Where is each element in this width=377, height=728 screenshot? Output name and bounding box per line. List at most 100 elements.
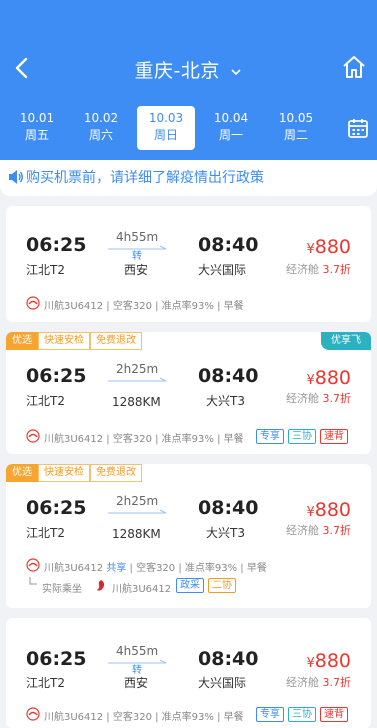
flight-info: 川航3U6412 共享 | 空客320 | 准点率93% | 早餐: [44, 559, 267, 574]
cabin-label: 经济舱: [286, 524, 319, 537]
departure-time: 06:25: [26, 365, 87, 387]
discount: 3.7折: [322, 676, 352, 689]
date-tab-day: 10.04: [213, 111, 249, 125]
pill-exclusive: 专享: [256, 429, 284, 444]
notice-bar[interactable]: 购买机票前，请详细了解疫情出行政策: [0, 160, 377, 196]
arrival-time: 08:40: [198, 365, 259, 387]
currency-symbol: ¥: [306, 242, 315, 257]
flight-duration: 2h25m: [116, 362, 159, 376]
calendar-icon[interactable]: [347, 117, 369, 139]
transfer-city: 西安: [124, 263, 149, 277]
flight-duration: 4h55m: [116, 230, 159, 244]
flight-card[interactable]: 06:25 江北T2 4h55m 转 西安 08:40 大兴国际 ¥880 经济…: [6, 618, 371, 728]
flight-card[interactable]: 优选 快速安检 免费退改 优享飞 06:25 江北T2 2h25m 1288KM…: [6, 332, 371, 454]
flight-info: 川航3U6412 | 空客320 | 准点率93% | 早餐: [44, 434, 244, 445]
arrival-airport: 大兴国际: [198, 263, 247, 277]
flight-distance: 1288KM: [112, 395, 161, 409]
departure-time: 06:25: [26, 234, 87, 256]
pill-second-agreement: 二协: [208, 578, 236, 593]
currency-symbol: ¥: [306, 656, 315, 671]
flight-distance: 1288KM: [112, 527, 161, 541]
date-tab-day: 10.02: [83, 111, 119, 125]
cabin-label: 经济舱: [286, 392, 319, 405]
price-value: 880: [314, 236, 351, 258]
date-tab-1002[interactable]: 10.02 周六: [72, 106, 130, 150]
route-arrow-icon: [108, 509, 167, 514]
price: ¥880: [306, 650, 351, 672]
date-tab-weekday: 周六: [88, 128, 113, 142]
price-value: 880: [314, 650, 351, 672]
discount: 3.7折: [322, 524, 352, 537]
date-tab-day: 10.05: [278, 111, 314, 125]
route-arrow-icon: [108, 377, 167, 382]
arrival-time: 08:40: [198, 497, 259, 519]
currency-symbol: ¥: [306, 505, 315, 520]
sichuan-airlines-logo-icon: [26, 558, 40, 572]
price: ¥880: [306, 499, 351, 521]
date-tab-day: 10.03: [148, 111, 184, 125]
actual-flight-number: 川航3U6412: [112, 584, 172, 595]
arrival-airport: 大兴T3: [206, 394, 245, 408]
notice-text: 购买机票前，请详细了解疫情出行政策: [26, 170, 264, 186]
speaker-icon: [9, 170, 23, 184]
flight-duration: 2h25m: [116, 494, 159, 508]
tag-fast-security: 快速安检: [38, 332, 90, 350]
cabin-class: 经济舱 3.7折: [286, 674, 351, 690]
flight-details: | 空客320 | 准点率93% | 早餐: [129, 563, 267, 574]
price: ¥880: [306, 236, 351, 258]
tag-group: 优选 快速安检 免费退改: [6, 464, 142, 482]
route-label: 重庆-北京: [134, 60, 220, 82]
date-tab-1004[interactable]: 10.04 周一: [202, 106, 260, 150]
sichuan-airlines-logo-icon: [26, 707, 40, 721]
date-tabs: 10.01 周五 10.02 周六 10.03 周日 10.04 周一 10.0…: [8, 106, 334, 150]
departure-airport: 江北T2: [26, 263, 65, 277]
date-tab-1003[interactable]: 10.03 周日: [137, 106, 195, 150]
departure-airport: 江北T2: [26, 526, 65, 540]
date-tab-1001[interactable]: 10.01 周五: [8, 106, 66, 150]
sichuan-airlines-logo-icon: [26, 296, 40, 310]
pill-three-agreement: 三协: [288, 429, 316, 444]
pill-government: 政采: [176, 578, 204, 593]
tag-free-refund: 免费退改: [90, 464, 142, 482]
currency-symbol: ¥: [306, 373, 315, 388]
premium-badge: 优享飞: [321, 332, 371, 350]
air-china-logo-icon: [97, 580, 105, 591]
arrival-time: 08:40: [198, 234, 259, 256]
flight-info: 川航3U6412 | 空客320 | 准点率93% | 早餐: [44, 712, 244, 723]
branch-icon: [29, 577, 37, 585]
date-tab-weekday: 周五: [24, 128, 49, 142]
date-tab-day: 10.01: [19, 111, 55, 125]
cabin-class: 经济舱 3.7折: [286, 522, 351, 538]
cabin-class: 经济舱 3.7折: [286, 261, 351, 277]
tag-group: 优选 快速安检 免费退改: [6, 332, 142, 350]
discount: 3.7折: [322, 263, 352, 276]
departure-time: 06:25: [26, 497, 87, 519]
header-bar: 重庆-北京 10.01 周五 10.02 周六 10.03 周日 10.04 周…: [0, 0, 377, 160]
departure-time: 06:25: [26, 648, 87, 670]
arrival-time: 08:40: [198, 648, 259, 670]
flight-card[interactable]: 优选 快速安检 免费退改 06:25 江北T2 2h25m 1288KM 08:…: [6, 464, 371, 608]
departure-airport: 江北T2: [26, 676, 65, 690]
transfer-city: 西安: [124, 676, 149, 690]
actual-carrier-label: 实际乘坐: [42, 584, 82, 595]
tag-free-refund: 免费退改: [90, 332, 142, 350]
flight-card[interactable]: 06:25 江北T2 4h55m 转 西安 08:40 大兴国际 ¥880 经济…: [6, 206, 371, 322]
transfer-label: 转: [132, 251, 142, 262]
tag-fast-security: 快速安检: [38, 464, 90, 482]
date-tab-weekday: 周一: [218, 128, 243, 142]
home-icon[interactable]: [341, 54, 367, 80]
cabin-class: 经济舱 3.7折: [286, 390, 351, 406]
codeshare-label: 共享: [106, 563, 127, 574]
arrival-airport: 大兴国际: [198, 676, 247, 690]
price: ¥880: [306, 367, 351, 389]
flight-number: 川航3U6412: [44, 563, 104, 574]
date-tab-weekday: 周二: [283, 128, 308, 142]
tag-preferred: 优选: [6, 464, 38, 482]
departure-airport: 江北T2: [26, 394, 65, 408]
flight-info: 川航3U6412 | 空客320 | 准点率93% | 早餐: [44, 301, 244, 312]
date-tab-weekday: 周日: [153, 128, 178, 142]
price-value: 880: [314, 367, 351, 389]
route-title[interactable]: 重庆-北京: [0, 56, 377, 83]
date-tab-1005[interactable]: 10.05 周二: [267, 106, 325, 150]
pill-fast-back: 速背: [320, 429, 348, 444]
